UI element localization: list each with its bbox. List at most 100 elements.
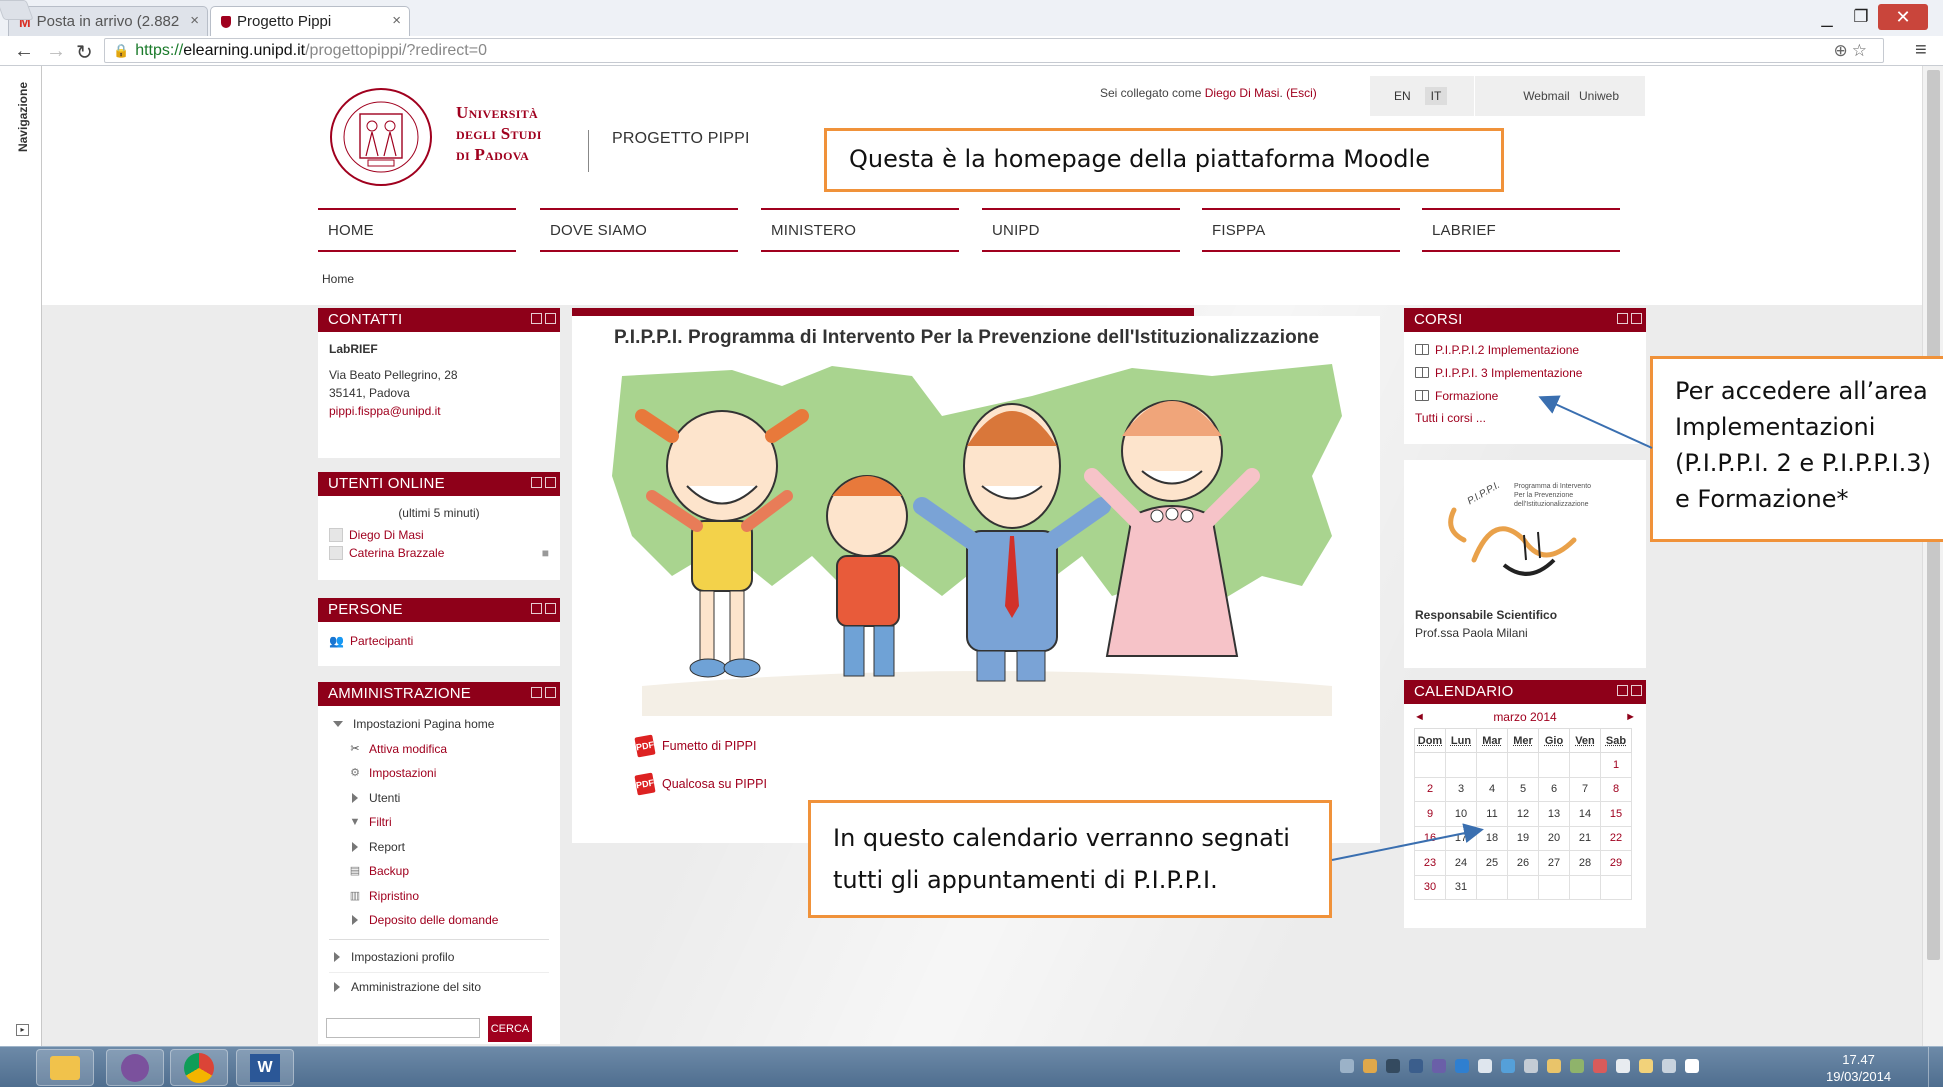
nav-dove-siamo[interactable]: DOVE SIAMO <box>540 208 738 252</box>
dock-icon[interactable] <box>1631 313 1642 324</box>
collapse-icon[interactable] <box>531 603 542 614</box>
calendar-day[interactable]: 30 <box>1414 874 1446 900</box>
restore-button[interactable]: ❐ <box>1846 4 1876 30</box>
online-user[interactable]: Caterina Brazzale ■ <box>329 544 549 562</box>
calendar-day[interactable]: 25 <box>1476 850 1508 876</box>
admin-edit-mode[interactable]: ✂ Attiva modifica <box>347 737 549 762</box>
close-window-button[interactable]: ✕ <box>1878 4 1928 30</box>
network-icon[interactable] <box>1662 1059 1676 1073</box>
calendar-day[interactable]: 11 <box>1476 801 1508 827</box>
address-bar[interactable]: 🔒 https:// elearning.unipd.it /progettop… <box>104 38 1884 63</box>
collapse-icon[interactable] <box>531 313 542 324</box>
tray-icon[interactable] <box>1685 1059 1699 1073</box>
breadcrumb[interactable]: Home <box>322 272 354 286</box>
navigation-dock-label[interactable]: Navigazione <box>16 82 30 152</box>
tray-icon[interactable] <box>1524 1059 1538 1073</box>
pdf-link-qualcosa[interactable]: PDF Qualcosa su PIPPI <box>634 772 767 796</box>
forward-arrow-icon[interactable]: → <box>46 40 66 63</box>
admin-restore[interactable]: ▥ Ripristino <box>347 884 549 909</box>
previous-month-icon[interactable]: ◄ <box>1414 711 1425 723</box>
contact-email-link[interactable]: pippi.fisppa@unipd.it <box>329 402 549 420</box>
calendar-day[interactable]: 16 <box>1414 825 1446 851</box>
calendar-day[interactable]: 9 <box>1414 801 1446 827</box>
course-link[interactable]: P.I.P.P.I. 3 Implementazione <box>1415 361 1635 384</box>
dock-toggle-icon[interactable]: ▸ <box>16 1024 29 1036</box>
calendar-day[interactable]: 18 <box>1476 825 1508 851</box>
course-link[interactable]: Formazione <box>1415 384 1635 407</box>
lang-en-link[interactable]: EN <box>1394 89 1411 103</box>
admin-search-input[interactable] <box>326 1018 480 1038</box>
tray-icon[interactable] <box>1570 1059 1584 1073</box>
collapse-icon[interactable] <box>1617 685 1628 696</box>
taskbar-clock[interactable]: 17.47 19/03/2014 <box>1826 1051 1891 1085</box>
nav-labrief[interactable]: LABRIEF <box>1422 208 1620 252</box>
viber-app[interactable] <box>106 1049 164 1086</box>
tray-icon[interactable] <box>1593 1059 1607 1073</box>
admin-backup[interactable]: ▤ Backup <box>347 859 549 884</box>
admin-question-bank[interactable]: Deposito delle domande <box>347 908 549 933</box>
calendar-day[interactable]: 12 <box>1507 801 1539 827</box>
nav-home[interactable]: HOME <box>318 208 516 252</box>
calendar-day[interactable]: 31 <box>1445 874 1477 900</box>
pdf-link-fumetto[interactable]: PDF Fumetto di PIPPI <box>634 734 756 758</box>
nav-ministero[interactable]: MINISTERO <box>761 208 959 252</box>
calendar-day[interactable]: 22 <box>1600 825 1632 851</box>
calendar-day[interactable]: 29 <box>1600 850 1632 876</box>
nav-unipd[interactable]: UNIPD <box>982 208 1180 252</box>
calendar-day[interactable]: 28 <box>1569 850 1601 876</box>
calendar-day[interactable]: 2 <box>1414 776 1446 802</box>
block-controls[interactable] <box>531 477 556 488</box>
dock-icon[interactable] <box>545 603 556 614</box>
collapse-icon[interactable] <box>1617 313 1628 324</box>
admin-report[interactable]: Report <box>347 835 549 860</box>
volume-icon[interactable] <box>1616 1059 1630 1073</box>
dock-icon[interactable] <box>545 313 556 324</box>
collapse-icon[interactable] <box>531 477 542 488</box>
dock-icon[interactable] <box>545 477 556 488</box>
admin-site-administration[interactable]: Amministrazione del sito <box>329 971 549 1002</box>
chrome-app[interactable] <box>170 1049 228 1086</box>
system-tray[interactable] <box>1340 1059 1699 1073</box>
tray-icon[interactable] <box>1432 1059 1446 1073</box>
new-tab-button[interactable] <box>0 0 34 20</box>
webmail-uniweb-links[interactable]: Webmail Uniweb <box>1523 89 1619 103</box>
calendar-day[interactable]: 6 <box>1538 776 1570 802</box>
calendar-day[interactable]: 20 <box>1538 825 1570 851</box>
admin-profile-settings[interactable]: Impostazioni profilo <box>329 942 549 972</box>
admin-filters[interactable]: ▼ Filtri <box>347 810 549 835</box>
back-arrow-icon[interactable]: ← <box>14 40 34 63</box>
tab-gmail[interactable]: M Posta in arrivo (2.882 × <box>8 6 208 36</box>
calendar-day[interactable]: 1 <box>1600 752 1632 778</box>
minimize-button[interactable]: _ <box>1812 4 1842 30</box>
calendar-day[interactable]: 17 <box>1445 825 1477 851</box>
close-tab-icon[interactable]: × <box>392 12 401 29</box>
calendar-day[interactable]: 26 <box>1507 850 1539 876</box>
show-desktop-button[interactable] <box>1928 1047 1943 1087</box>
admin-settings[interactable]: ⚙ Impostazioni <box>347 761 549 786</box>
course-link[interactable]: P.I.P.P.I.2 Implementazione <box>1415 338 1635 361</box>
all-courses-link[interactable]: Tutti i corsi ... <box>1415 409 1635 427</box>
vertical-scrollbar[interactable] <box>1922 66 1943 1046</box>
reload-icon[interactable]: ↻ <box>76 40 93 65</box>
online-user[interactable]: Diego Di Masi <box>329 526 549 544</box>
block-controls[interactable] <box>1617 313 1642 324</box>
calendar-day[interactable]: 23 <box>1414 850 1446 876</box>
tray-icon[interactable] <box>1455 1059 1469 1073</box>
tray-icon[interactable] <box>1409 1059 1423 1073</box>
online-user-name[interactable]: Caterina Brazzale <box>349 544 444 562</box>
word-app[interactable]: W <box>236 1049 294 1086</box>
participants-link[interactable]: Partecipanti <box>350 632 413 650</box>
close-tab-icon[interactable]: × <box>190 12 199 29</box>
tray-icon[interactable] <box>1340 1059 1354 1073</box>
calendar-day[interactable]: 27 <box>1538 850 1570 876</box>
block-controls[interactable] <box>1617 685 1642 696</box>
calendar-day[interactable]: 14 <box>1569 801 1601 827</box>
logout-link[interactable]: (Esci) <box>1286 86 1317 100</box>
block-controls[interactable] <box>531 313 556 324</box>
calendar-day[interactable]: 4 <box>1476 776 1508 802</box>
message-icon[interactable]: ■ <box>542 544 549 562</box>
calendar-day[interactable]: 24 <box>1445 850 1477 876</box>
calendar-month[interactable]: marzo 2014 <box>1493 710 1556 724</box>
zoom-and-star-icons[interactable]: ⊕☆ <box>1834 41 1871 61</box>
tray-icon[interactable] <box>1386 1059 1400 1073</box>
